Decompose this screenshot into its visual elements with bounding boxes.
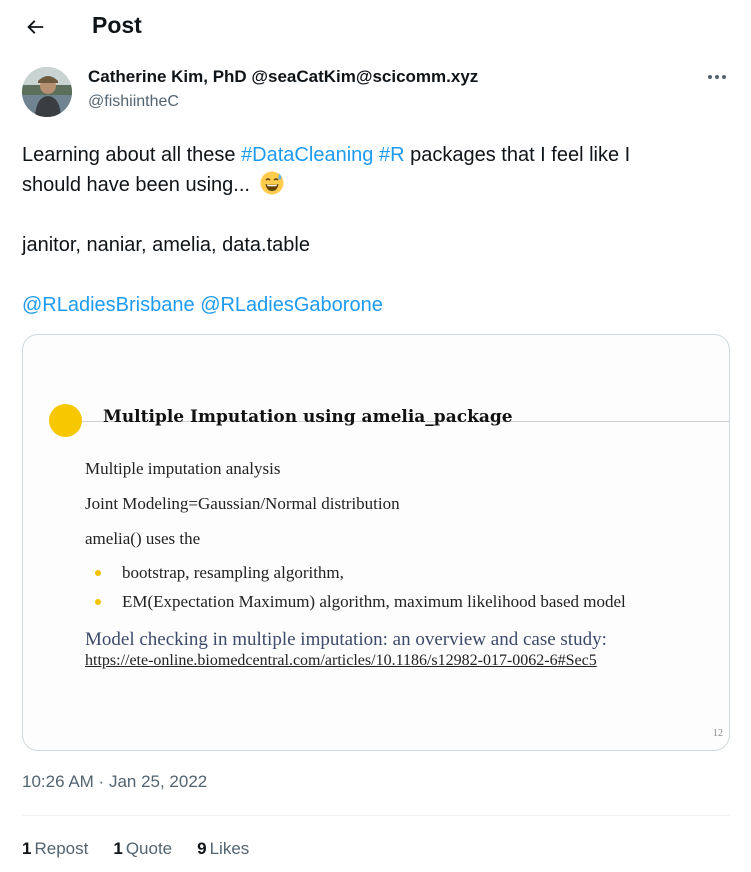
quotes-count: 1 [113, 839, 123, 858]
likes-stat[interactable]: 9 Likes [197, 839, 249, 859]
more-horizontal-icon [708, 75, 726, 79]
post-text-line: should have been using... [22, 170, 722, 200]
likes-count: 9 [197, 839, 207, 858]
more-options-button[interactable] [703, 66, 731, 88]
post-timestamp: 10:26 AM · Jan 25, 2022 [22, 772, 207, 792]
mention-rladiesgaborone[interactable]: @RLadiesGaborone [200, 294, 383, 316]
slide-line-3: amelia() uses the [85, 529, 201, 548]
slide-reference-title: Model checking in multiple imputation: a… [85, 629, 607, 650]
post-text-segment: should have been using... [22, 174, 256, 196]
slide-bullet-dot [95, 570, 101, 576]
avatar-image [22, 67, 72, 117]
post-text-line [22, 200, 722, 230]
quotes-label: Quote [125, 839, 173, 858]
slide-line-1: Multiple imputation analysis [85, 459, 281, 478]
mentions-line: @RLadiesBrisbane @RLadiesGaborone [22, 290, 722, 320]
post-date[interactable]: Jan 25, 2022 [109, 772, 207, 791]
reposts-count: 1 [22, 839, 32, 858]
post-text-line: Learning about all these #DataCleaning #… [22, 140, 722, 170]
slide-page-number: 12 [713, 728, 723, 739]
author-name[interactable]: Catherine Kim, PhD @seaCatKim@scicomm.xy… [88, 67, 478, 87]
hashtag-datacleaning[interactable]: #DataCleaning [241, 144, 373, 166]
slide-bullet-dot [95, 599, 101, 605]
arrow-left-icon [27, 20, 44, 34]
reposts-label: Repost [34, 839, 89, 858]
timestamp-separator: · [93, 772, 109, 791]
post-text-segment: packages that I feel like I [404, 144, 631, 166]
quotes-stat[interactable]: 1 Quote [113, 839, 172, 859]
page-title: Post [92, 12, 142, 38]
mention-rladiesbrisbane[interactable]: @RLadiesBrisbane [22, 294, 195, 316]
author-handle[interactable]: @fishiintheC [88, 93, 179, 111]
likes-label: Likes [209, 839, 250, 858]
post-text-line [22, 260, 722, 290]
attached-image[interactable]: Multiple Imputation using amelia_package… [22, 334, 730, 751]
divider [22, 815, 730, 816]
grinning-sweat-emoji-icon [260, 171, 284, 195]
reposts-stat[interactable]: 1 Repost [22, 839, 88, 859]
post-header: Post [0, 0, 751, 53]
back-button[interactable] [20, 12, 50, 42]
slide-bullet-2: EM(Expectation Maximum) algorithm, maxim… [122, 592, 626, 611]
slide-accent-dot [49, 404, 82, 437]
hashtag-r[interactable]: #R [379, 144, 405, 166]
post-text-segment: Learning about all these [22, 144, 242, 166]
slide-reference-url: https://ete-online.biomedcentral.com/art… [85, 652, 597, 669]
packages-line: janitor, naniar, amelia, data.table [22, 234, 310, 256]
engagement-stats: 1 Repost 1 Quote 9 Likes [22, 839, 274, 859]
slide-bullet-1: bootstrap, resampling algorithm, [122, 563, 344, 582]
post-time[interactable]: 10:26 AM [22, 772, 94, 791]
post-text: Learning about all these #DataCleaning #… [22, 140, 722, 320]
avatar[interactable] [22, 67, 72, 117]
slide-title: Multiple Imputation using amelia_package [103, 407, 513, 427]
slide-line-2: Joint Modeling=Gaussian/Normal distribut… [85, 494, 400, 513]
